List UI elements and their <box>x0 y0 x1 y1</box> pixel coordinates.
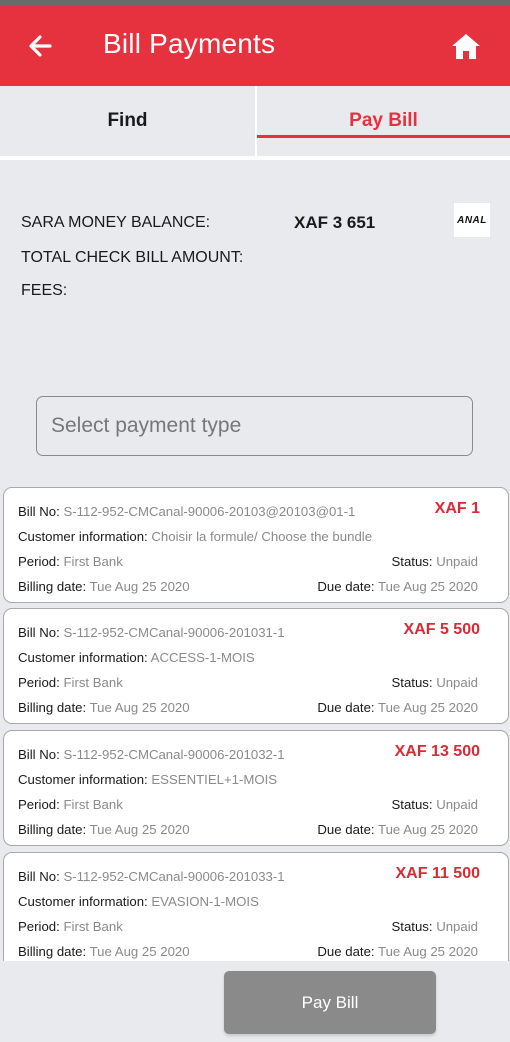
bill-amount: XAF 1 <box>434 500 480 517</box>
billing-date: Billing date: Tue Aug 25 2020 <box>18 700 190 715</box>
payment-type-select[interactable]: Select payment type <box>36 396 473 456</box>
bill-card[interactable]: Bill No: S-112-952-CMCanal-90006-201033-… <box>3 852 509 961</box>
bill-amount: XAF 5 500 <box>403 621 480 638</box>
bill-status: Status: Unpaid <box>391 675 478 690</box>
bill-amount: XAF 13 500 <box>394 743 480 760</box>
due-date: Due date: Tue Aug 25 2020 <box>317 822 478 837</box>
bill-number: Bill No: S-112-952-CMCanal-90006-20103@2… <box>18 504 356 519</box>
tab-find[interactable]: Find <box>0 86 255 156</box>
page-title: Bill Payments <box>103 28 276 59</box>
bill-card[interactable]: Bill No: S-112-952-CMCanal-90006-201032-… <box>3 730 509 846</box>
due-date: Due date: Tue Aug 25 2020 <box>317 700 478 715</box>
due-date: Due date: Tue Aug 25 2020 <box>317 579 478 594</box>
bill-status: Status: Unpaid <box>391 919 478 934</box>
tabs-divider <box>0 156 510 160</box>
bill-period: Period: First Bank <box>18 554 123 569</box>
active-tab-indicator <box>257 135 510 138</box>
total-bill-label: TOTAL CHECK BILL AMOUNT: <box>21 249 244 266</box>
fees-label: FEES: <box>21 282 68 299</box>
tab-bar: Find Pay Bill <box>0 86 510 156</box>
customer-info: Customer information: Choisir la formule… <box>18 529 373 544</box>
bill-number: Bill No: S-112-952-CMCanal-90006-201031-… <box>18 625 285 640</box>
customer-info: Customer information: ESSENTIEL+1-MOIS <box>18 772 278 787</box>
pay-bill-button[interactable]: Pay Bill <box>224 971 436 1034</box>
bill-number: Bill No: S-112-952-CMCanal-90006-201033-… <box>18 869 285 884</box>
customer-info: Customer information: ACCESS-1-MOIS <box>18 650 255 665</box>
balance-label: SARA MONEY BALANCE: <box>21 214 211 231</box>
bill-status: Status: Unpaid <box>391 554 478 569</box>
app-bar: Bill Payments <box>0 6 510 86</box>
billing-date: Billing date: Tue Aug 25 2020 <box>18 822 190 837</box>
billing-date: Billing date: Tue Aug 25 2020 <box>18 579 190 594</box>
bill-period: Period: First Bank <box>18 797 123 812</box>
bill-period: Period: First Bank <box>18 675 123 690</box>
billing-date: Billing date: Tue Aug 25 2020 <box>18 944 190 959</box>
canal-logo: ANAL <box>454 203 490 237</box>
balance-value: XAF 3 651 <box>294 213 376 232</box>
back-arrow-icon[interactable] <box>26 32 54 60</box>
bill-number: Bill No: S-112-952-CMCanal-90006-201032-… <box>18 747 285 762</box>
customer-info: Customer information: EVASION-1-MOIS <box>18 894 259 909</box>
bill-card[interactable]: Bill No: S-112-952-CMCanal-90006-201031-… <box>3 608 509 724</box>
due-date: Due date: Tue Aug 25 2020 <box>317 944 478 959</box>
bill-list: Bill No: S-112-952-CMCanal-90006-20103@2… <box>0 485 510 961</box>
bill-amount: XAF 11 500 <box>395 865 481 882</box>
bill-period: Period: First Bank <box>18 919 123 934</box>
tab-pay-bill[interactable]: Pay Bill <box>257 86 510 156</box>
home-icon[interactable] <box>450 31 482 61</box>
bill-status: Status: Unpaid <box>391 797 478 812</box>
bill-card[interactable]: Bill No: S-112-952-CMCanal-90006-20103@2… <box>3 487 509 603</box>
